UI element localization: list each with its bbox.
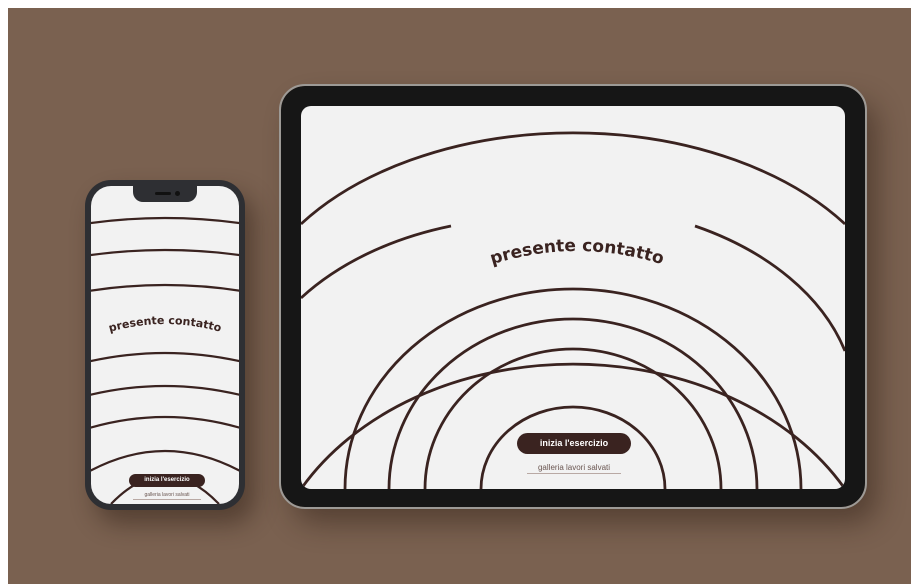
mockup-scene: presente contatto inizia l'esercizio gal…: [8, 8, 911, 584]
phone-start-exercise-button[interactable]: inizia l'esercizio: [129, 474, 205, 487]
tablet-arcs: presente contatto: [301, 131, 845, 489]
tablet-start-exercise-button[interactable]: inizia l'esercizio: [517, 433, 631, 454]
tablet-saved-gallery-link[interactable]: galleria lavori salvati: [527, 462, 621, 474]
phone-screen: presente contatto inizia l'esercizio gal…: [91, 186, 239, 504]
phone-saved-gallery-link[interactable]: galleria lavori salvati: [133, 492, 201, 500]
phone-arcs: presente contatto: [91, 216, 239, 504]
front-camera: [175, 191, 180, 196]
tablet-device: presente contatto inizia l'esercizio gal…: [279, 84, 867, 509]
phone-notch: [133, 186, 197, 202]
tablet-screen: presente contatto inizia l'esercizio gal…: [301, 106, 845, 489]
phone-device: presente contatto inizia l'esercizio gal…: [85, 180, 245, 510]
phone-title: presente contatto: [107, 314, 223, 335]
speaker-grille: [155, 192, 171, 195]
tablet-title: presente contatto: [488, 236, 667, 269]
